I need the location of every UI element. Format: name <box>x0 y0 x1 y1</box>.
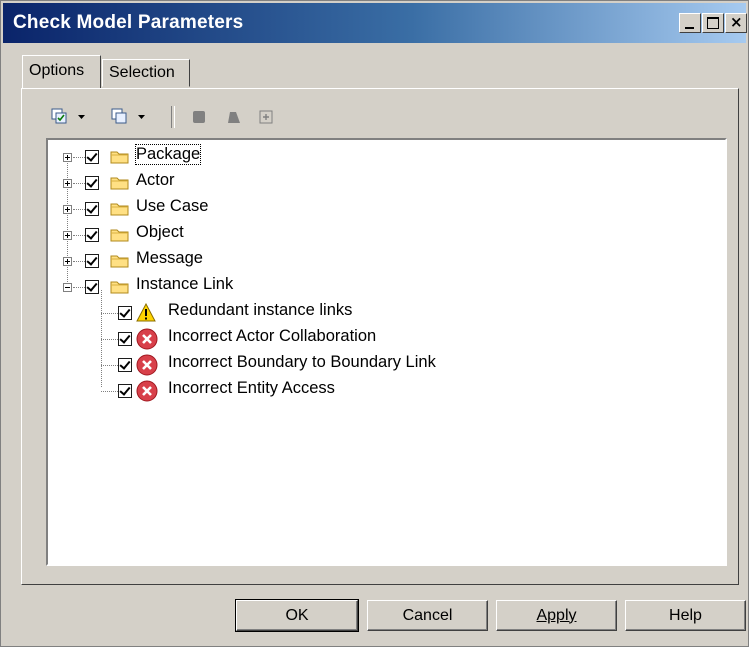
close-icon: × <box>730 13 743 31</box>
tree-item-use-case[interactable]: Use Case <box>136 197 208 216</box>
title-bar[interactable]: Check Model Parameters × <box>3 3 747 43</box>
checkbox-incorrect-entity-access[interactable] <box>118 384 132 398</box>
expand-toggle[interactable] <box>63 205 72 214</box>
checkbox-use-case[interactable] <box>85 202 99 216</box>
square-icon <box>193 111 205 123</box>
tree-item-incorrect-boundary-to-boundary-link[interactable]: Incorrect Boundary to Boundary Link <box>168 353 436 372</box>
folder-icon <box>110 203 129 216</box>
error-icon <box>136 354 158 376</box>
shape-icon <box>228 112 240 123</box>
help-button[interactable]: Help <box>625 600 746 631</box>
folder-icon <box>110 281 129 294</box>
cancel-button[interactable]: Cancel <box>367 600 488 631</box>
cancel-button-label: Cancel <box>402 606 453 624</box>
checkbox-incorrect-actor-collaboration[interactable] <box>118 332 132 346</box>
apply-button-label: Apply <box>536 606 577 624</box>
tree-item-instance-link[interactable]: Instance Link <box>136 275 233 294</box>
select-all-button[interactable] <box>51 106 69 128</box>
window-title: Check Model Parameters <box>13 12 244 33</box>
tree-item-object[interactable]: Object <box>136 223 184 242</box>
collapse-toggle[interactable] <box>63 283 72 292</box>
tree-item-incorrect-actor-collaboration[interactable]: Incorrect Actor Collaboration <box>168 327 376 346</box>
tab-selection[interactable]: Selection <box>102 59 190 87</box>
tree-item-incorrect-entity-access[interactable]: Incorrect Entity Access <box>168 379 335 398</box>
expand-toggle[interactable] <box>63 153 72 162</box>
select-all-icon <box>51 108 67 124</box>
checkbox-actor[interactable] <box>85 176 99 190</box>
close-button[interactable]: × <box>725 13 747 33</box>
expand-toggle[interactable] <box>63 231 72 240</box>
tree-item-message[interactable]: Message <box>136 249 203 268</box>
warning-icon <box>136 303 156 322</box>
expand-icon <box>259 110 273 124</box>
dropdown-arrow-icon <box>78 115 85 119</box>
check-model-parameters-dialog: Check Model Parameters × Options Selecti… <box>0 0 749 647</box>
tree-item-package[interactable]: Package <box>134 144 202 165</box>
check-tree[interactable]: Package Actor Use Case Object Message In… <box>46 138 727 566</box>
help-button-label: Help <box>669 606 702 624</box>
toolbar-separator <box>171 106 175 128</box>
select-all-dropdown[interactable] <box>77 106 86 128</box>
deselect-all-icon <box>111 108 127 124</box>
expand-tool-button[interactable] <box>259 106 273 128</box>
folder-icon <box>110 151 129 164</box>
folder-icon <box>110 177 129 190</box>
checkbox-redundant-instance-links[interactable] <box>118 306 132 320</box>
tab-options[interactable]: Options <box>22 55 101 88</box>
checkbox-incorrect-boundary-to-boundary-link[interactable] <box>118 358 132 372</box>
checkbox-object[interactable] <box>85 228 99 242</box>
apply-button[interactable]: Apply <box>496 600 617 631</box>
deselect-all-button[interactable] <box>111 106 129 128</box>
checkbox-package[interactable] <box>85 150 99 164</box>
tree-item-redundant-instance-links[interactable]: Redundant instance links <box>168 301 352 320</box>
checkbox-instance-link[interactable] <box>85 280 99 294</box>
deselect-all-dropdown[interactable] <box>137 106 146 128</box>
error-icon <box>136 380 158 402</box>
shape-tool-button[interactable] <box>224 106 242 128</box>
error-icon <box>136 328 158 350</box>
maximize-button[interactable] <box>702 13 724 33</box>
folder-icon <box>110 229 129 242</box>
checkbox-message[interactable] <box>85 254 99 268</box>
dropdown-arrow-icon <box>138 115 145 119</box>
expand-toggle[interactable] <box>63 257 72 266</box>
minimize-button[interactable] <box>679 13 701 33</box>
ok-button[interactable]: OK <box>235 599 359 632</box>
tree-item-actor[interactable]: Actor <box>136 171 175 190</box>
folder-icon <box>110 255 129 268</box>
square-tool-button[interactable] <box>191 106 207 128</box>
ok-button-label: OK <box>285 606 309 624</box>
expand-toggle[interactable] <box>63 179 72 188</box>
